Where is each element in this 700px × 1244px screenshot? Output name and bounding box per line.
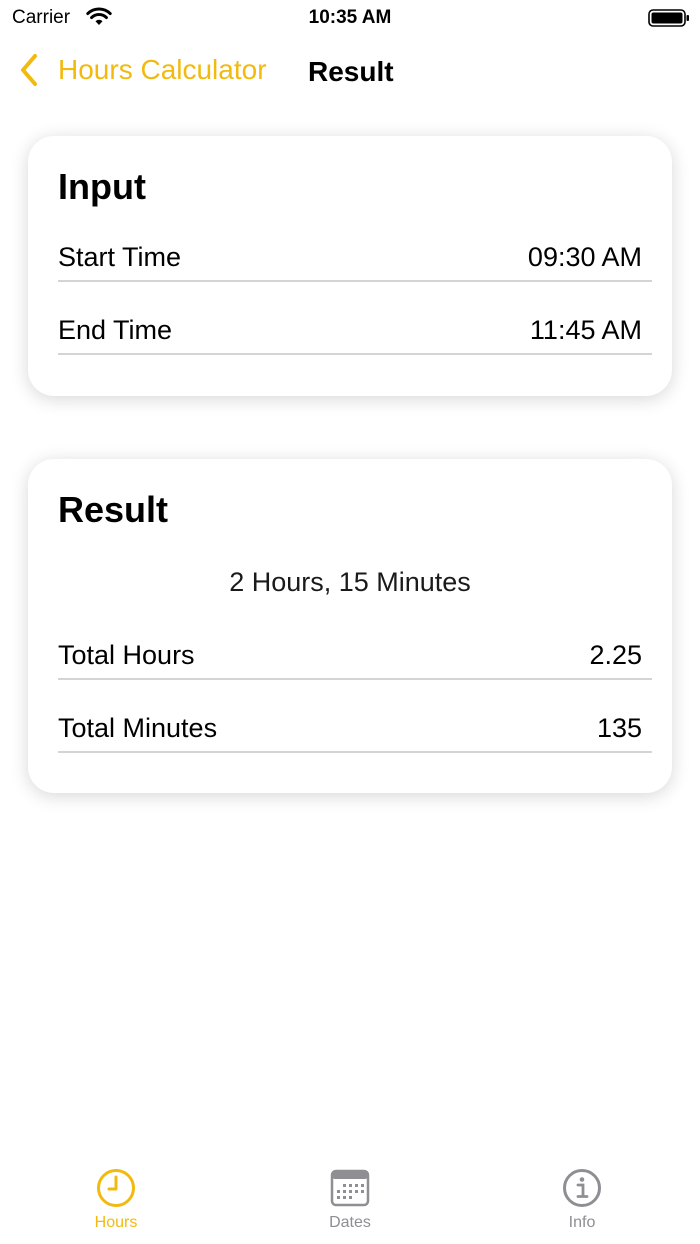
total-hours-value: 2.25 (589, 639, 642, 670)
input-card: Input Start Time 09:30 AM End Time 11:45… (28, 136, 672, 396)
tab-hours-label: Hours (94, 1214, 138, 1231)
total-hours-row: Total Hours 2.25 (58, 632, 652, 680)
chevron-left-icon (21, 54, 37, 86)
end-time-label: End Time (58, 314, 173, 345)
start-time-row: Start Time 09:30 AM (58, 234, 652, 282)
total-hours-label: Total Hours (58, 639, 195, 670)
result-card: Result 2 Hours, 15 Minutes Total Hours 2… (28, 459, 672, 793)
nav-bar: Hours Calculator Result (0, 40, 700, 104)
total-minutes-label: Total Minutes (58, 712, 218, 743)
result-summary: 2 Hours, 15 Minutes (229, 567, 471, 597)
info-icon (563, 1169, 601, 1207)
status-time: 10:35 AM (308, 7, 392, 28)
status-bar: Carrier 10:35 AM (0, 0, 700, 36)
start-time-label: Start Time (58, 241, 182, 272)
tab-info-label: Info (568, 1214, 596, 1231)
total-minutes-value: 135 (596, 712, 642, 743)
end-time-value: 11:45 AM (529, 314, 642, 345)
input-card-title: Input (58, 166, 146, 207)
screen: Carrier 10:35 AM Hours Calculator Result… (0, 0, 700, 1244)
tab-info[interactable]: Info (522, 1168, 642, 1232)
back-button[interactable]: Hours Calculator (18, 52, 267, 88)
page-title: Result (308, 56, 394, 87)
battery-icon (648, 9, 689, 27)
end-time-row: End Time 11:45 AM (58, 307, 652, 355)
calendar-icon (330, 1169, 370, 1207)
clock-icon (97, 1169, 135, 1207)
tab-bar: Hours Dates Info (0, 1152, 700, 1244)
tab-dates-label: Dates (329, 1214, 371, 1231)
start-time-value: 09:30 AM (527, 241, 642, 272)
tab-dates[interactable]: Dates (290, 1168, 410, 1232)
tab-hours[interactable]: Hours (56, 1168, 176, 1232)
result-card-title: Result (58, 489, 169, 530)
total-minutes-row: Total Minutes 135 (58, 705, 652, 753)
back-label: Hours Calculator (58, 54, 267, 85)
